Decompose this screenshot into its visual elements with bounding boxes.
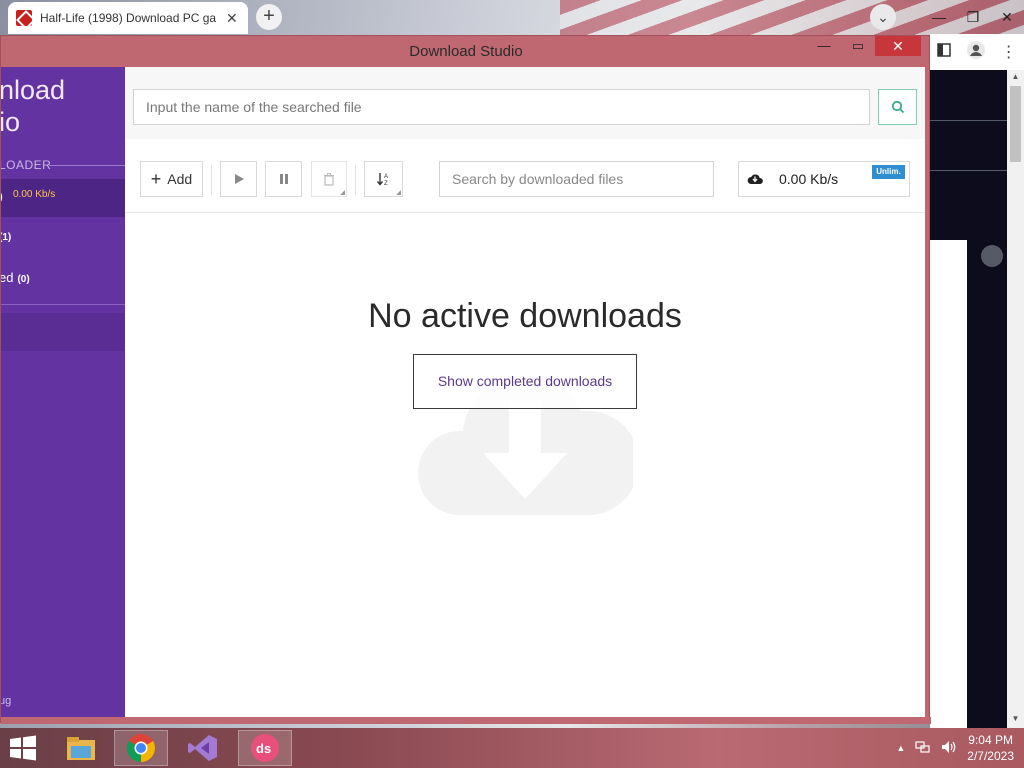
cloud-download-icon <box>747 174 763 184</box>
window-bottom-border <box>1 717 931 724</box>
search-button[interactable] <box>878 89 917 125</box>
web-page-dark-section <box>930 70 1007 240</box>
sidebar-item-selected[interactable] <box>1 313 125 351</box>
window-title: Download Studio <box>409 42 523 60</box>
sidebar-toggle-icon[interactable] <box>937 42 952 62</box>
browser-scrollbar[interactable] <box>1007 70 1024 728</box>
svg-text:ds: ds <box>256 741 271 756</box>
divider <box>49 165 125 166</box>
delete-button[interactable] <box>311 161 347 197</box>
divider <box>930 170 1007 171</box>
system-tray: ▲ 9:04 PM 2/7/2023 <box>896 728 1014 768</box>
app-logo-text: nload <box>1 75 66 105</box>
sort-button[interactable]: AZ <box>364 161 403 197</box>
app-logo-text: io <box>1 107 21 137</box>
browser-toolbar: ⋮ <box>930 34 1024 70</box>
scroll-up-icon[interactable]: ▲ <box>1007 72 1024 81</box>
taskbar: ds ▲ 9:04 PM 2/7/2023 <box>0 728 1024 768</box>
add-button[interactable]: + Add <box>140 161 203 197</box>
divider <box>211 165 212 195</box>
search-bar-area: Input the name of the searched file <box>125 67 925 139</box>
dropdown-corner-icon <box>396 190 401 195</box>
add-label: Add <box>167 171 193 187</box>
download-studio-window: Download Studio — ▭ ✕ nload io LOADER ) … <box>0 35 931 724</box>
svg-text:A: A <box>384 174 388 180</box>
sidebar-item-count: (1) <box>1 232 12 243</box>
downloaded-files-search-input[interactable]: Search by downloaded files <box>439 161 714 197</box>
show-hidden-icons-icon[interactable]: ▲ <box>896 743 905 753</box>
sidebar-item-queued[interactable]: (1) <box>1 232 11 243</box>
sidebar-item-active-downloads[interactable]: ) 0.00 Kb/s <box>1 179 125 217</box>
plus-icon: + <box>150 169 162 189</box>
profile-avatar-icon[interactable] <box>966 40 986 65</box>
start-icon[interactable] <box>8 734 38 762</box>
clock-time: 9:04 PM <box>968 733 1013 747</box>
tab-favicon-icon <box>16 10 32 26</box>
pause-button[interactable] <box>265 161 302 197</box>
browser-minimize-button[interactable]: — <box>922 9 956 25</box>
downloads-toolbar: + Add AZ Search by downloaded files 0.00… <box>125 139 925 213</box>
minimize-button[interactable]: — <box>807 36 841 58</box>
web-page-button-icon[interactable] <box>981 245 1003 267</box>
browser-menu-icon[interactable]: ⋮ <box>1001 42 1017 62</box>
speed-value: 0.00 Kb/s <box>779 171 839 187</box>
new-tab-button[interactable]: + <box>256 4 282 30</box>
sidebar-item-speed: 0.00 Kb/s <box>13 189 56 200</box>
window-titlebar[interactable]: Download Studio <box>1 36 931 66</box>
sidebar-item-completed[interactable]: ed (0) <box>1 270 30 285</box>
window-controls: — ▭ ✕ <box>807 36 921 60</box>
scroll-down-icon[interactable]: ▼ <box>1007 714 1024 723</box>
web-page-dark-column <box>967 240 1007 728</box>
sidebar-footer-link[interactable]: ug <box>1 695 11 707</box>
search-icon <box>891 100 904 113</box>
sidebar-item-label: ed <box>1 270 14 285</box>
sidebar-section-label: LOADER <box>1 158 52 172</box>
volume-icon[interactable] <box>941 740 957 757</box>
clock-date: 2/7/2023 <box>967 749 1014 763</box>
divider <box>1 304 125 305</box>
play-icon <box>234 174 244 184</box>
sidebar-item-count: (0) <box>17 274 30 285</box>
sort-az-icon: AZ <box>376 173 388 187</box>
pause-icon <box>279 174 288 184</box>
browser-tab[interactable]: Half-Life (1998) Download PC ga ✕ <box>8 2 248 34</box>
download-studio-icon[interactable]: ds <box>238 730 292 766</box>
file-explorer-icon[interactable] <box>54 730 108 766</box>
main-content: Input the name of the searched file + Ad… <box>125 67 925 717</box>
svg-text:Z: Z <box>384 181 388 187</box>
empty-state-title: No active downloads <box>368 297 682 335</box>
chrome-icon[interactable] <box>114 730 168 766</box>
browser-close-button[interactable]: ✕ <box>990 9 1024 26</box>
resume-button[interactable] <box>220 161 257 197</box>
divider <box>930 120 1007 121</box>
web-page-white-section <box>930 240 967 728</box>
tab-close-icon[interactable]: ✕ <box>226 10 238 27</box>
chrome-tab-bar: Half-Life (1998) Download PC ga ✕ + ⌄ — … <box>0 0 1024 34</box>
tab-title: Half-Life (1998) Download PC ga <box>40 11 217 25</box>
sidebar-item-count: ) <box>1 191 3 203</box>
close-button[interactable]: ✕ <box>875 36 921 56</box>
dropdown-corner-icon <box>340 190 345 195</box>
speed-limit-badge: Unlim. <box>872 165 905 179</box>
divider <box>355 165 356 195</box>
trash-icon <box>324 172 334 186</box>
taskbar-clock[interactable]: 9:04 PM 2/7/2023 <box>967 732 1014 764</box>
tab-search-dropdown-button[interactable]: ⌄ <box>870 4 896 30</box>
show-completed-downloads-button[interactable]: Show completed downloads <box>413 354 637 409</box>
visual-studio-icon[interactable] <box>176 730 230 766</box>
browser-maximize-button[interactable]: ❐ <box>956 9 990 26</box>
maximize-button[interactable]: ▭ <box>841 36 875 58</box>
file-search-input[interactable]: Input the name of the searched file <box>133 89 870 125</box>
sidebar: nload io LOADER ) 0.00 Kb/s (1) ed(0) ug <box>1 67 125 717</box>
network-icon[interactable] <box>915 740 931 757</box>
browser-scrollbar-thumb[interactable] <box>1010 86 1021 162</box>
browser-window-controls: ⌄ — ❐ ✕ <box>870 0 1024 34</box>
